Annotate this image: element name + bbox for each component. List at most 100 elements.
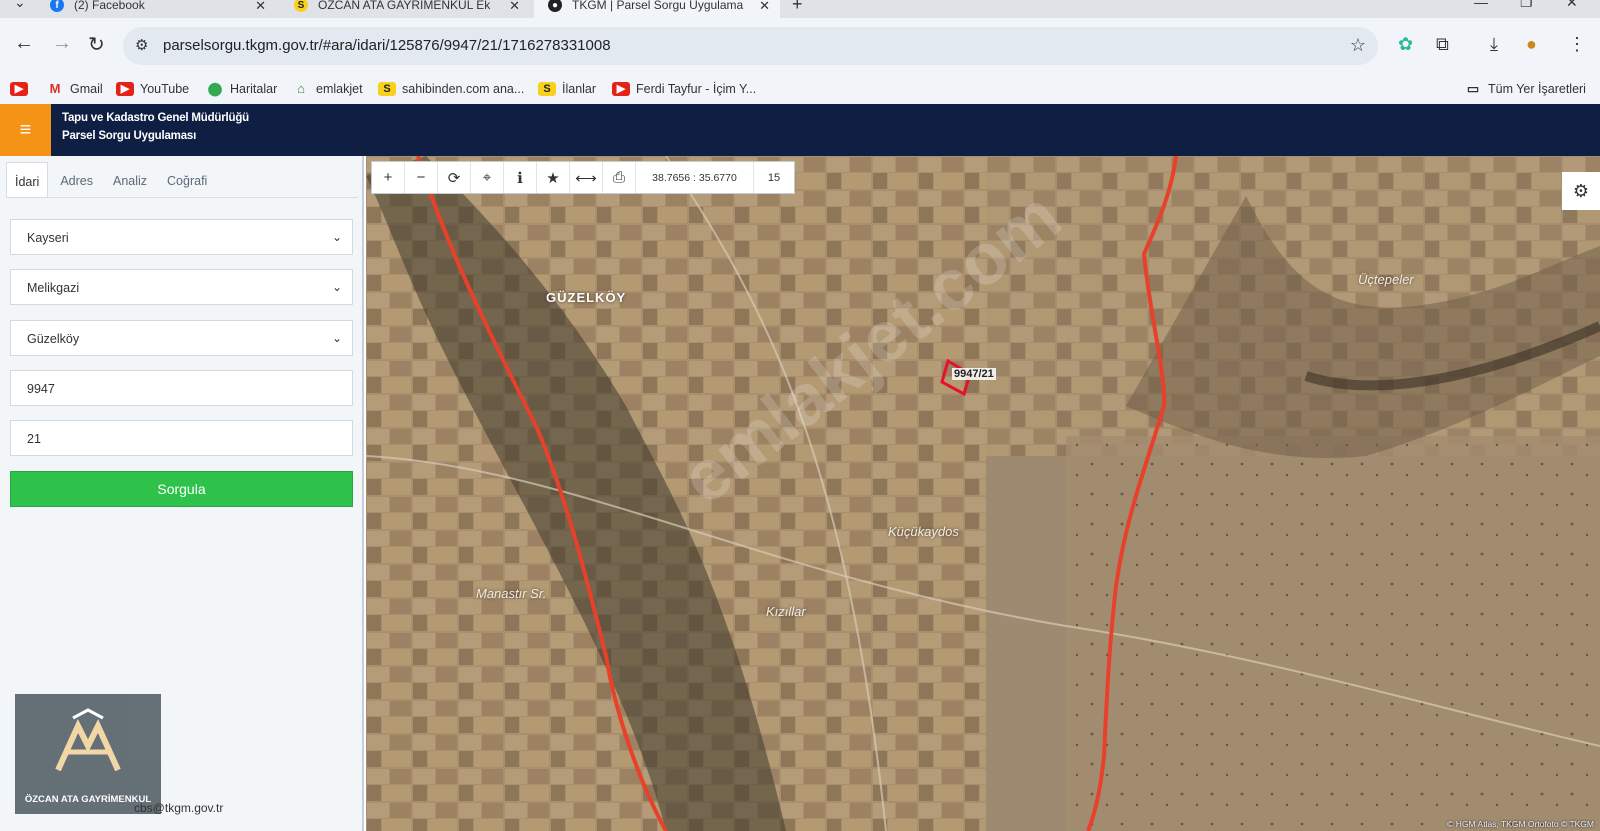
bookmark-label: Gmail: [70, 82, 103, 96]
tab-search-icon[interactable]: ⌄: [14, 0, 26, 11]
sorgula-button[interactable]: Sorgula: [10, 471, 353, 507]
bookmark-ferdi-tayfur[interactable]: ▶ Ferdi Tayfur - İçim Y...: [612, 78, 756, 100]
all-bookmarks[interactable]: ▭ Tüm Yer İşaretleri: [1464, 78, 1586, 100]
tab-analiz[interactable]: Analiz: [105, 162, 155, 198]
location-pin-icon: ●: [548, 0, 562, 12]
bookmark-emlakjet[interactable]: ⌂ emlakjet: [292, 78, 363, 100]
youtube-icon: ▶: [612, 82, 630, 96]
bookmark-label: İlanlar: [562, 82, 597, 96]
locate-crosshair-icon[interactable]: ⌖: [471, 162, 504, 193]
map-view[interactable]: emlakjet.com GÜZELKÖY Üçtepeler Küçükayd…: [366, 156, 1600, 831]
tab-idari[interactable]: İdari: [6, 162, 49, 198]
folder-icon: ▭: [1466, 81, 1480, 96]
bookmarks-bar: ▶ M Gmail ▶ YouTube ⬤ Haritalar ⌂ emlakj…: [0, 74, 1600, 104]
extensions-puzzle-icon[interactable]: ⧉: [1436, 34, 1449, 55]
s-icon: S: [294, 0, 308, 12]
youtube-icon: ▶: [116, 82, 134, 96]
close-tab-icon[interactable]: ✕: [255, 0, 266, 14]
map-settings-gear-icon[interactable]: ⚙: [1562, 172, 1600, 210]
bookmark-star-icon[interactable]: ☆: [1350, 35, 1366, 56]
download-icon[interactable]: ⤓: [1490, 34, 1498, 55]
bookmark-label: Tüm Yer İşaretleri: [1488, 82, 1586, 96]
measure-ruler-icon[interactable]: ⟷: [570, 162, 603, 193]
chevron-down-icon: ⌄: [331, 331, 342, 345]
place-monastir: Manastır Sr.: [476, 586, 547, 601]
bookmark-label: Haritalar: [230, 82, 278, 96]
browser-tab-strip: ⌄ f (2) Facebook ✕ S ÖZCAN ATA GAYRİMENK…: [0, 0, 1600, 18]
close-tab-icon[interactable]: ✕: [509, 0, 520, 14]
parcel-label[interactable]: 9947/21: [952, 368, 996, 380]
app-title-line2: Parsel Sorgu Uygulaması: [62, 130, 197, 142]
close-window-icon[interactable]: ✕: [1566, 0, 1578, 11]
coordinate-readout: 38.7656 : 35.6770: [636, 162, 754, 193]
il-select[interactable]: Kayseri ⌄: [10, 219, 353, 255]
house-icon: ⌂: [297, 81, 305, 96]
ada-input[interactable]: 9947: [10, 370, 353, 406]
more-menu-icon[interactable]: ⋮: [1568, 34, 1586, 55]
map-attribution: © HGM Atlas, TKGM Ortofoto © TKGM: [1447, 819, 1594, 829]
hamburger-menu-icon[interactable]: ≡: [0, 104, 51, 156]
maps-icon: ⬤: [207, 81, 223, 96]
tab-cografi[interactable]: Coğrafi: [159, 162, 215, 198]
ada-value: 9947: [27, 382, 55, 396]
parsel-input[interactable]: 21: [10, 420, 353, 456]
chevron-down-icon: ⌄: [331, 280, 342, 294]
map-toolbar: + − ⟳ ⌖ ℹ ★ ⟷ ⎙ 38.7656 : 35.6770 15: [371, 161, 795, 194]
address-bar[interactable]: ⚙ parselsorgu.tkgm.gov.tr/#ara/idari/125…: [123, 27, 1378, 65]
extension-icon[interactable]: ✿: [1398, 34, 1413, 55]
reload-icon[interactable]: ↻: [88, 32, 105, 57]
bookmark-ilanlar[interactable]: S İlanlar: [538, 78, 596, 100]
il-value: Kayseri: [27, 231, 69, 245]
close-tab-icon[interactable]: ✕: [759, 0, 770, 14]
mahalle-select[interactable]: Güzelköy ⌄: [10, 320, 353, 356]
logo-house-icon: [55, 708, 121, 772]
facebook-icon: f: [50, 0, 64, 12]
app-title-line1: Tapu ve Kadastro Genel Müdürlüğü: [62, 112, 249, 124]
mahalle-value: Güzelköy: [27, 332, 80, 346]
s-icon: S: [538, 82, 556, 96]
minimize-icon[interactable]: —: [1474, 0, 1488, 10]
forward-icon[interactable]: →: [52, 32, 72, 55]
place-kizillar: Kızıllar: [766, 604, 806, 619]
bookmark-haritalar[interactable]: ⬤ Haritalar: [206, 78, 278, 100]
footer-email[interactable]: cbs@tkgm.gov.tr: [134, 801, 223, 815]
info-icon[interactable]: ℹ: [504, 162, 537, 193]
refresh-icon[interactable]: ⟳: [438, 162, 471, 193]
tab-title: ÖZCAN ATA GAYRİMENKUL Ek: [318, 0, 491, 12]
bookmark-sahibinden[interactable]: S sahibinden.com ana...: [378, 78, 524, 100]
bookmark-label: emlakjet: [316, 82, 363, 96]
bookmark-youtube-unnamed[interactable]: ▶: [10, 78, 34, 100]
place-uctepeler: Üçtepeler: [1358, 272, 1414, 287]
s-icon: S: [378, 82, 396, 96]
ilce-value: Melikgazi: [27, 281, 80, 295]
tab-facebook[interactable]: f (2) Facebook ✕: [36, 0, 276, 18]
zoom-level: 15: [767, 171, 781, 184]
place-guzelkoy: GÜZELKÖY: [546, 290, 627, 305]
tab-title: (2) Facebook: [74, 0, 145, 12]
zoom-out-icon[interactable]: −: [405, 162, 438, 193]
favorite-star-icon[interactable]: ★: [537, 162, 570, 193]
restore-icon[interactable]: ❐: [1520, 0, 1533, 11]
tab-divider: [6, 197, 358, 198]
zoom-in-icon[interactable]: +: [372, 162, 405, 193]
url-text[interactable]: parselsorgu.tkgm.gov.tr/#ara/idari/12587…: [163, 37, 611, 54]
bookmark-label: sahibinden.com ana...: [402, 82, 525, 96]
site-settings-icon[interactable]: ⚙: [135, 36, 148, 54]
place-kucukaydos: Küçükaydos: [888, 524, 959, 539]
bookmark-youtube[interactable]: ▶ YouTube: [116, 78, 189, 100]
new-tab-icon[interactable]: +: [792, 0, 803, 15]
bookmark-label: Ferdi Tayfur - İçim Y...: [636, 82, 757, 96]
ilce-select[interactable]: Melikgazi ⌄: [10, 269, 353, 305]
back-icon[interactable]: ←: [14, 32, 34, 55]
bookmark-label: YouTube: [140, 82, 190, 96]
browser-toolbar: ← → ↻ ⚙ parselsorgu.tkgm.gov.tr/#ara/ida…: [0, 18, 1600, 74]
tab-adres[interactable]: Adres: [52, 162, 101, 198]
print-icon[interactable]: ⎙: [603, 162, 636, 193]
gmail-icon: M: [49, 81, 61, 96]
chevron-down-icon: ⌄: [331, 230, 342, 244]
panel-tabs: İdari Adres Analiz Coğrafi: [6, 162, 219, 198]
bookmark-gmail[interactable]: M Gmail: [46, 78, 103, 100]
tab-tkgm[interactable]: ● TKGM | Parsel Sorgu Uygulama ✕: [534, 0, 780, 18]
profile-avatar-icon[interactable]: ●: [1526, 34, 1537, 55]
tab-ozcan-ata[interactable]: S ÖZCAN ATA GAYRİMENKUL Ek ✕: [280, 0, 530, 18]
